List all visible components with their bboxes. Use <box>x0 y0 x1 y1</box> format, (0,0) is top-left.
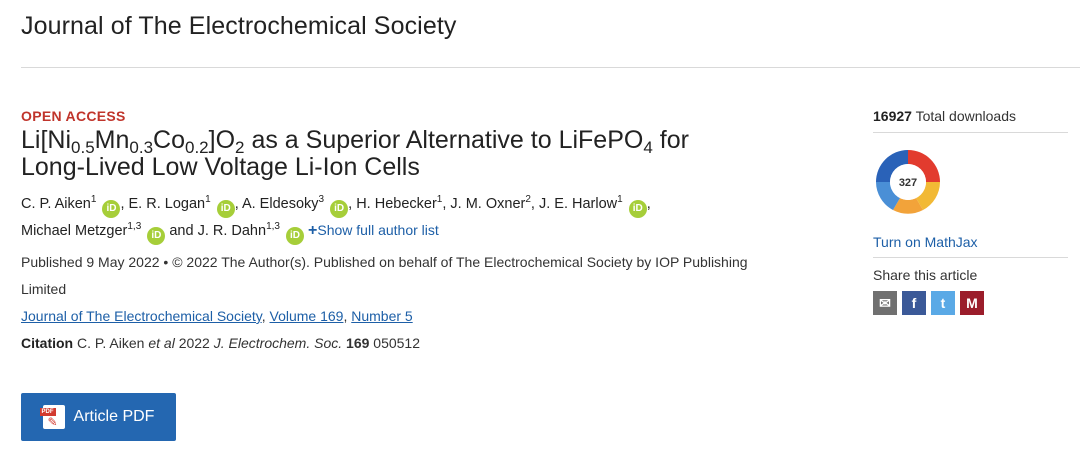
orcid-icon[interactable]: iD <box>628 200 647 218</box>
orcid-icon[interactable]: iD <box>330 200 349 218</box>
open-access-label: OPEN ACCESS <box>21 108 126 124</box>
publication-info: Published 9 May 2022 • © 2022 The Author… <box>21 254 748 297</box>
altmetric-score: 327 <box>899 177 917 189</box>
mendeley-icon[interactable]: M <box>960 291 984 315</box>
orcid-icon[interactable]: iD <box>286 227 304 245</box>
journal-link[interactable]: Journal of The Electrochemical Society <box>21 308 262 324</box>
author-name[interactable]: E. R. Logan <box>129 196 206 212</box>
article-meta: Published 9 May 2022 • © 2022 The Author… <box>21 249 831 357</box>
author-name[interactable]: J. R. Dahn <box>198 223 267 239</box>
turn-on-mathjax-link[interactable]: Turn on MathJax <box>873 234 1063 250</box>
article-sidebar: 16927 Total downloads 327 Turn on MathJa… <box>873 108 1068 315</box>
plus-icon: + <box>308 222 318 239</box>
show-full-author-list-link[interactable]: +Show full author list <box>308 222 439 239</box>
pdf-icon: PDF ✎ <box>39 405 65 429</box>
journal-breadcrumb: Journal of The Electrochemical Society, … <box>21 308 413 324</box>
twitter-icon[interactable]: t <box>931 291 955 315</box>
author-name[interactable]: C. P. Aiken <box>21 196 91 212</box>
mail-icon[interactable]: ✉ <box>873 291 897 315</box>
share-label: Share this article <box>873 267 978 283</box>
author-name[interactable]: A. Eldesoky <box>242 196 319 212</box>
share-buttons: ✉ f t M <box>873 291 1063 315</box>
article-title: Li[Ni0.5Mn0.3Co0.2]O2 as a Superior Alte… <box>21 126 689 181</box>
author-name[interactable]: J. E. Harlow <box>539 196 617 212</box>
number-link[interactable]: Number 5 <box>351 308 412 324</box>
sidebar-divider <box>873 257 1068 258</box>
author-name[interactable]: Michael Metzger <box>21 223 127 239</box>
citation-label: Citation <box>21 335 74 351</box>
altmetric-badge[interactable]: 327 <box>873 147 943 217</box>
author-name[interactable]: J. M. Oxner <box>450 196 525 212</box>
volume-link[interactable]: Volume 169 <box>270 308 344 324</box>
author-list: C. P. Aiken1 iD, E. R. Logan1 iD, A. Eld… <box>21 192 831 245</box>
facebook-icon[interactable]: f <box>902 291 926 315</box>
orcid-icon[interactable]: iD <box>216 200 235 218</box>
article-pdf-label: Article PDF <box>73 408 155 425</box>
journal-title[interactable]: Journal of The Electrochemical Society <box>21 12 457 41</box>
citation: Citation C. P. Aiken et al 2022 J. Elect… <box>21 335 420 351</box>
header-divider <box>21 67 1080 68</box>
sidebar-divider <box>873 132 1068 133</box>
article-pdf-button[interactable]: PDF ✎ Article PDF <box>21 393 176 441</box>
article-header: OPEN ACCESS Li[Ni0.5Mn0.3Co0.2]O2 as a S… <box>21 108 831 357</box>
total-downloads: 16927 Total downloads <box>873 108 1016 124</box>
orcid-icon[interactable]: iD <box>102 200 121 218</box>
author-name[interactable]: H. Hebecker <box>356 196 437 212</box>
orcid-icon[interactable]: iD <box>147 227 166 245</box>
